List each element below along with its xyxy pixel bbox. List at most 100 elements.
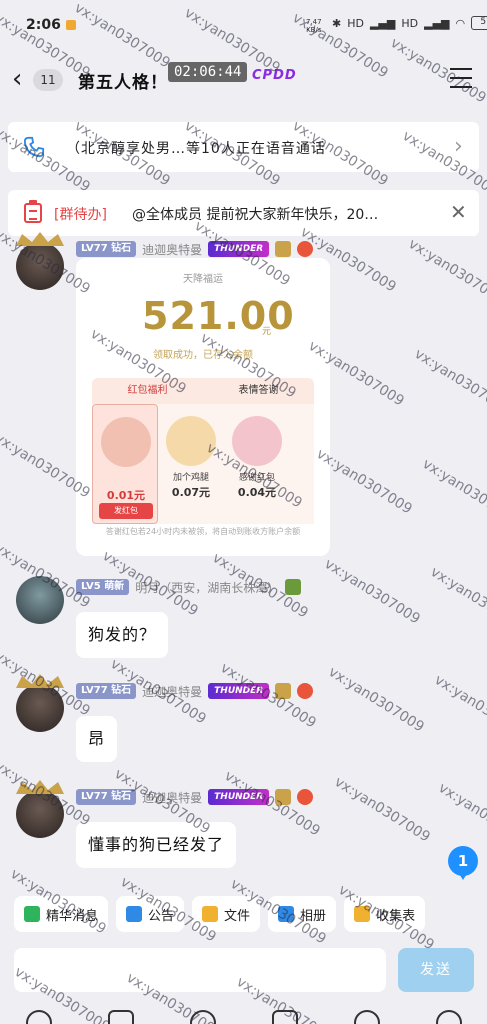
level-badge: LV77 钻石 (76, 683, 137, 699)
sender-name[interactable]: 迪迦奥特曼 (142, 683, 202, 700)
signal-icon-1: HD (347, 16, 364, 30)
quick-action-form[interactable]: 收集表 (344, 896, 426, 932)
send-button[interactable]: 发送 (398, 948, 474, 992)
packet-item[interactable]: 加个鸡腿 0.07元 (158, 404, 224, 524)
quick-action-files[interactable]: 文件 (192, 896, 261, 932)
avatar[interactable] (16, 232, 64, 290)
red-packet-icon[interactable] (272, 1010, 298, 1024)
send-red-packet-button[interactable]: 发红包 (99, 503, 153, 519)
quick-actions-bar: 精华消息 公告 文件 相册 收集表 (0, 896, 487, 940)
sender-line: LV77 钻石 迪迦奥特曼 THUNDER (76, 788, 314, 806)
todo-icon (24, 200, 42, 223)
chevron-right-icon: › (454, 134, 463, 159)
avatar[interactable] (16, 576, 64, 624)
thunder-badge: THUNDER (208, 241, 270, 257)
voice-call-text: （北京醇享处男…等10人正在语音通话 (66, 141, 326, 157)
bluetooth-icon: ✱ (332, 16, 342, 30)
game-icon (285, 579, 302, 595)
image-icon[interactable] (108, 1010, 134, 1024)
crown-frame-icon (16, 780, 64, 794)
phone-icon (23, 136, 45, 158)
packet-item[interactable]: 0.01元 发红包 (92, 404, 158, 524)
plus-icon[interactable] (436, 1010, 462, 1024)
logo-overlay: CPDD (252, 68, 297, 83)
message-bubble[interactable]: 狗发的？ (76, 612, 169, 658)
item-name: 加个鸡腿 (172, 473, 209, 483)
recording-time-overlay: 02:06:44 (168, 62, 248, 82)
packet-amount: 521.00 (142, 294, 295, 338)
honor-icon (275, 683, 292, 699)
group-title: 第五人格！ (78, 73, 168, 93)
watermark: vx:yan0307009 (331, 774, 433, 846)
packet-header: 天降福运 (183, 274, 223, 285)
watermark: vx:yan0307009 (431, 672, 487, 744)
item-price: 0.01元 (106, 489, 146, 502)
level-badge: LV77 钻石 (76, 789, 137, 805)
item-price: 0.07元 (171, 486, 211, 499)
todo-tag: [群待办] (54, 207, 107, 223)
watermark: vx:yan0307009 (427, 564, 487, 636)
unread-count-badge[interactable]: 11 (33, 69, 63, 91)
announcement-icon (126, 906, 143, 922)
message-input[interactable] (14, 948, 386, 992)
watermark: vx:yan0307009 (411, 346, 487, 418)
quick-action-essence[interactable]: 精华消息 (14, 896, 109, 932)
new-message-badge[interactable]: 1 (448, 846, 478, 880)
packet-summary: 天降福运 521.00 元 领取成功，已存入余额 (76, 258, 330, 376)
menu-icon[interactable] (450, 68, 472, 88)
signal-icon-2: HD (401, 16, 419, 30)
watermark: vx:yan0307009 (419, 456, 487, 528)
avatar[interactable] (16, 674, 64, 732)
sender-line: LV77 钻石 迪迦奥特曼 THUNDER (76, 240, 314, 258)
packet-tabs: 红包福利 表情答谢 (92, 378, 314, 404)
watermark: vx:yan0307009 (435, 780, 487, 852)
quick-action-album[interactable]: 相册 (268, 896, 337, 932)
message-bubble[interactable]: 懂事的狗已经发了 (76, 822, 237, 868)
level-badge: LV5 萌新 (76, 579, 130, 595)
tab-red-packet[interactable]: 红包福利 (92, 378, 203, 404)
battery-indicator: 57 (471, 16, 487, 30)
emoji-icon[interactable] (354, 1010, 380, 1024)
signal-bars-icon: ▂▄▆ (369, 16, 396, 30)
bookmark-icon (24, 906, 40, 922)
sender-name[interactable]: 迪迦奥特曼 (142, 241, 202, 258)
tab-emoji-thanks[interactable]: 表情答谢 (203, 378, 314, 404)
group-todo-banner[interactable]: [群待办] @全体成员 提前祝大家新年快乐，20… ✕ (8, 190, 479, 236)
heart-hands-icon (232, 416, 282, 466)
item-image (101, 417, 151, 467)
wifi-icon: ◠ (455, 16, 466, 30)
bottom-toolbar (0, 1004, 487, 1024)
watermark: vx:yan0307009 (321, 556, 423, 628)
honor-icon (275, 241, 292, 257)
avatar[interactable] (16, 780, 64, 838)
sender-name[interactable]: 明月（西安，湖南长株潭） (135, 579, 279, 596)
message-bubble[interactable]: 昂 (76, 716, 118, 762)
close-icon[interactable]: ✕ (450, 200, 467, 224)
packet-items: 0.01元 发红包 加个鸡腿 0.07元 感谢红包 0.04元 (92, 404, 314, 524)
item-name: 感谢红包 (238, 473, 275, 483)
quick-action-announcement[interactable]: 公告 (116, 896, 185, 932)
voice-icon[interactable] (26, 1010, 52, 1024)
flame-icon (297, 683, 314, 699)
status-time: 2:06 (26, 17, 61, 33)
packet-unit: 元 (262, 327, 272, 337)
folder-icon (202, 906, 219, 922)
chat-header: ‹ 11 第五人格！ 02:06:44 CPDD (0, 52, 487, 108)
packet-footer-note: 答谢红包若24小时内未被领，将自动到账收方账户余额 (105, 527, 301, 536)
album-icon (278, 906, 295, 922)
level-badge: LV77 钻石 (76, 241, 137, 257)
thunder-badge: THUNDER (208, 683, 270, 699)
packet-item[interactable]: 感谢红包 0.04元 (224, 404, 290, 524)
form-icon (354, 906, 371, 922)
watermark: vx:yan0307009 (405, 236, 487, 308)
red-packet-card[interactable]: 天降福运 521.00 元 领取成功，已存入余额 红包福利 表情答谢 0.01元… (76, 258, 330, 556)
crown-frame-icon (16, 674, 64, 688)
voice-call-banner[interactable]: （北京醇享处男…等10人正在语音通话 › (8, 122, 479, 172)
sender-name[interactable]: 迪迦奥特曼 (142, 789, 202, 806)
crown-frame-icon (16, 232, 64, 246)
signal-bars-icon: ▂▄▆ (424, 16, 450, 30)
sender-line: LV77 钻石 迪迦奥特曼 THUNDER (76, 682, 314, 700)
camera-icon[interactable] (190, 1010, 216, 1024)
status-icons: ✱ HD ▂▄▆ HD ▂▄▆ ◠ 57 (332, 16, 487, 30)
watermark: vx:yan0307009 (325, 664, 427, 736)
